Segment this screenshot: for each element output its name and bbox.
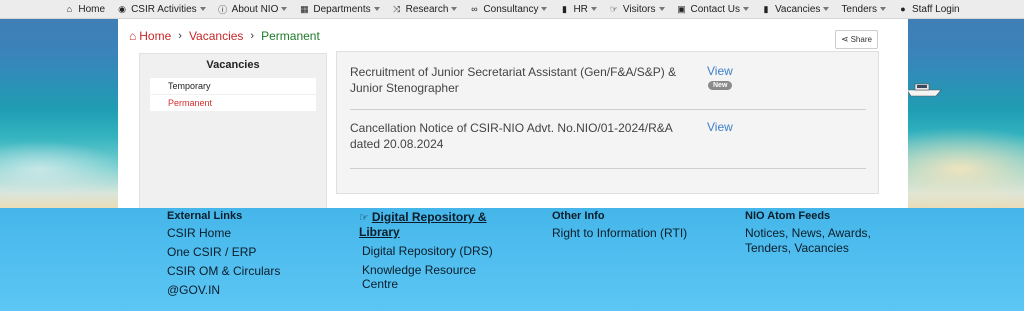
share-icon: ⋖ bbox=[841, 34, 849, 44]
footer-heading-link[interactable]: ☞ Digital Repository & Library bbox=[359, 210, 499, 240]
shuffle-icon: ⤨ bbox=[393, 3, 401, 14]
footer-heading: NIO Atom Feeds bbox=[745, 210, 831, 222]
gear-icon: ◉ bbox=[118, 3, 126, 14]
breadcrumb-separator: › bbox=[250, 30, 255, 42]
footer-link[interactable]: Knowledge Resource Centre bbox=[362, 263, 499, 291]
caret-down-icon bbox=[199, 7, 206, 11]
footer-link[interactable]: Digital Repository (DRS) bbox=[362, 244, 499, 258]
footer-atom-feeds: NIO Atom Feeds Notices, News, Awards, Te… bbox=[745, 210, 885, 261]
footer-link[interactable]: Notices, News, Awards, Tenders, Vacancie… bbox=[745, 226, 885, 256]
caret-down-icon bbox=[742, 7, 749, 11]
vacancy-title: Recruitment of Junior Secretariat Assist… bbox=[350, 65, 677, 95]
breadcrumb-current: Permanent bbox=[261, 29, 320, 43]
nav-visitors[interactable]: ☞ Visitors bbox=[603, 0, 671, 19]
home-icon: ⌂ bbox=[66, 4, 73, 14]
breadcrumb-separator: › bbox=[178, 30, 182, 42]
nav-about-nio[interactable]: ⓘ About NIO bbox=[212, 0, 294, 19]
caret-down-icon bbox=[879, 7, 886, 11]
user-icon: ● bbox=[900, 4, 906, 14]
nav-contact-us[interactable]: ▣ Contact Us bbox=[671, 0, 755, 19]
list-item: Cancellation Notice of CSIR-NIO Advt. No… bbox=[350, 110, 866, 169]
footer-digital-repository: ☞ Digital Repository & Library Digital Re… bbox=[359, 210, 499, 296]
briefcase-icon: ▮ bbox=[561, 3, 567, 14]
nav-hr[interactable]: ▮ HR bbox=[553, 0, 602, 19]
vacancies-sidebar: Vacancies Temporary Permanent bbox=[139, 53, 327, 208]
nav-departments[interactable]: ▦ Departments bbox=[293, 0, 385, 19]
briefcase-icon: ▮ bbox=[763, 3, 769, 14]
footer-link[interactable]: CSIR OM & Circulars bbox=[167, 264, 280, 278]
view-link[interactable]: View bbox=[707, 64, 733, 78]
footer-other-info: Other Info Right to Information (RTI) bbox=[552, 210, 687, 245]
sidebar-item-permanent[interactable]: Permanent bbox=[150, 95, 316, 111]
caret-down-icon bbox=[590, 7, 597, 11]
pointer-icon: ☞ bbox=[359, 212, 369, 224]
nav-csir-activities[interactable]: ◉ CSIR Activities bbox=[111, 0, 212, 19]
sidebar-item-temporary[interactable]: Temporary bbox=[150, 78, 316, 94]
nav-home[interactable]: ⌂ Home bbox=[58, 0, 111, 19]
caret-down-icon bbox=[823, 7, 830, 11]
sidebar-title: Vacancies bbox=[206, 59, 260, 71]
building-icon: ▦ bbox=[300, 3, 309, 14]
info-icon: ⓘ bbox=[218, 4, 228, 15]
caret-down-icon bbox=[541, 7, 548, 11]
new-badge: New bbox=[708, 81, 733, 90]
footer-external-links: External Links CSIR Home One CSIR / ERP … bbox=[167, 210, 280, 302]
breadcrumb-home[interactable]: Home bbox=[139, 29, 171, 43]
list-item: Recruitment of Junior Secretariat Assist… bbox=[350, 52, 866, 110]
nav-consultancy[interactable]: ∞ Consultancy bbox=[463, 0, 553, 19]
footer-link[interactable]: Right to Information (RTI) bbox=[552, 226, 687, 240]
footer: External Links CSIR Home One CSIR / ERP … bbox=[0, 208, 1024, 311]
handshake-icon: ∞ bbox=[471, 4, 478, 14]
nav-tenders[interactable]: Tenders bbox=[835, 0, 892, 19]
caret-down-icon bbox=[281, 7, 288, 11]
footer-heading: Other Info bbox=[552, 210, 605, 222]
top-navigation: ⌂ Home ◉ CSIR Activities ⓘ About NIO ▦ Depar… bbox=[0, 0, 1024, 19]
footer-heading: External Links bbox=[167, 210, 243, 222]
caret-down-icon bbox=[658, 7, 665, 11]
caret-down-icon bbox=[451, 7, 458, 11]
nav-staff-login[interactable]: ● Staff Login bbox=[892, 0, 966, 19]
pointer-icon: ☞ bbox=[609, 3, 618, 14]
boat-image bbox=[906, 83, 942, 97]
home-icon: ⌂ bbox=[129, 29, 137, 43]
share-button[interactable]: ⋖ Share bbox=[835, 30, 878, 49]
nav-research[interactable]: ⤨ Research bbox=[386, 0, 464, 19]
nav-vacancies[interactable]: ▮ Vacancies bbox=[755, 0, 835, 19]
footer-link[interactable]: One CSIR / ERP bbox=[167, 245, 280, 259]
main-panel: ⌂ Home › Vacancies › Permanent ⋖ Share V… bbox=[118, 19, 908, 208]
vacancy-title: Cancellation Notice of CSIR-NIO Advt. No… bbox=[350, 121, 673, 151]
caret-down-icon bbox=[373, 7, 380, 11]
breadcrumb-vacancies[interactable]: Vacancies bbox=[189, 29, 243, 43]
footer-link[interactable]: CSIR Home bbox=[167, 226, 280, 240]
breadcrumb: ⌂ Home › Vacancies › Permanent bbox=[129, 29, 320, 43]
vacancy-list: Recruitment of Junior Secretariat Assist… bbox=[336, 51, 879, 194]
footer-link[interactable]: @GOV.IN bbox=[167, 283, 280, 297]
view-link[interactable]: View bbox=[707, 120, 733, 134]
contact-card-icon: ▣ bbox=[677, 3, 686, 14]
